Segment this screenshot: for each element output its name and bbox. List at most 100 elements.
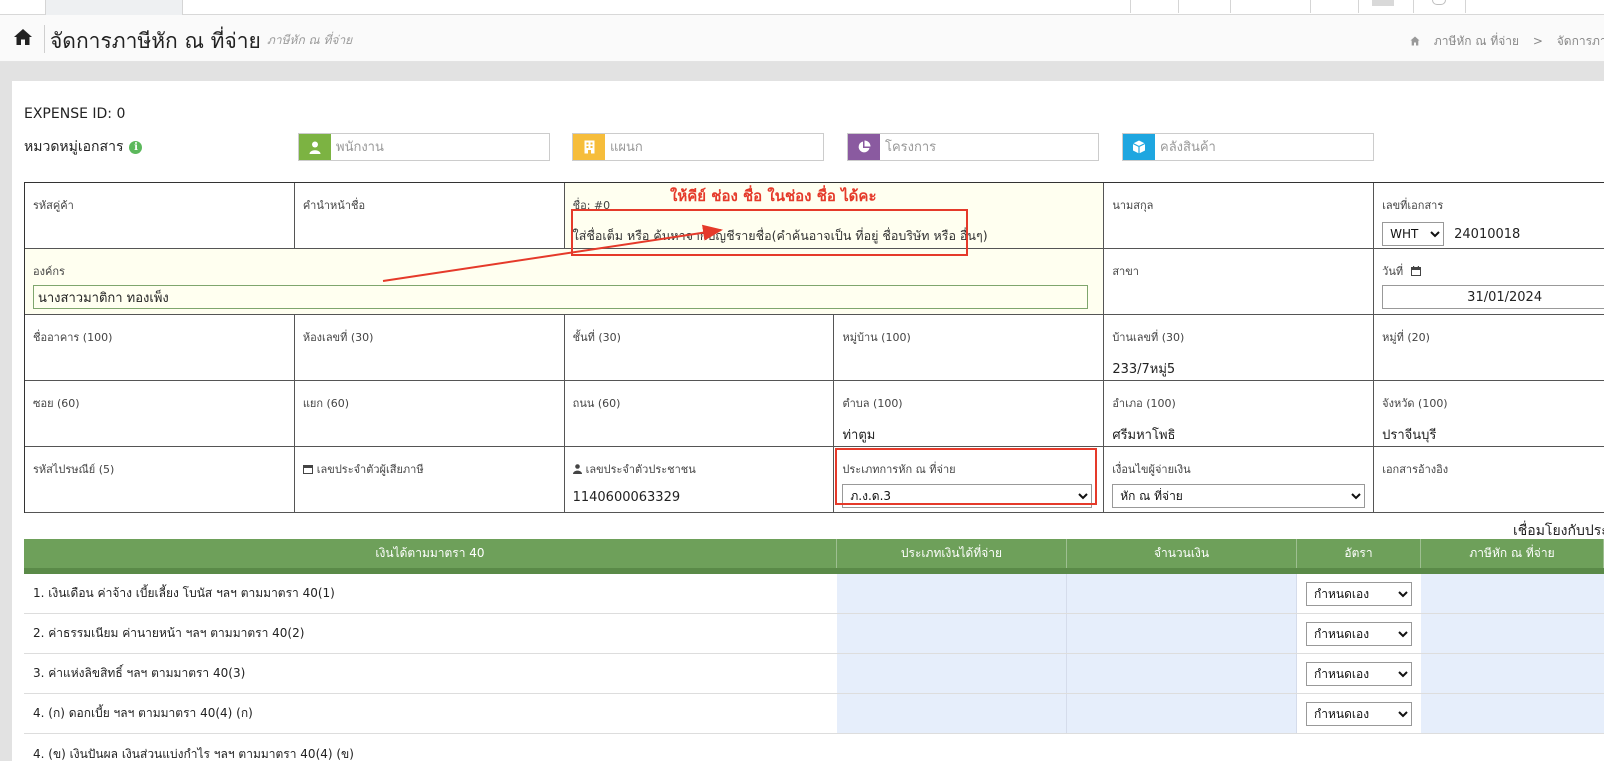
department-addon bbox=[573, 134, 605, 160]
user-icon bbox=[309, 141, 321, 154]
doc-no-value: 24010018 bbox=[1454, 226, 1521, 242]
rate-select[interactable]: กำหนดเอง bbox=[1306, 621, 1412, 646]
form-row-address: ซอย (60) แยก (60) ถนน (60) ตำบล (100) ท่… bbox=[25, 381, 1604, 447]
taxid-cell[interactable]: เลขประจำตัวผู้เสียภาษี bbox=[294, 447, 565, 513]
annotation-highlight-name bbox=[571, 209, 968, 256]
district-value: ศรีมหาโพธิ bbox=[1112, 428, 1176, 443]
moo-cell[interactable]: หมู่ที่ (20) bbox=[1374, 315, 1604, 381]
nav-user-icon[interactable] bbox=[1432, 0, 1446, 5]
page-subtitle: ภาษีหัก ณ ที่จ่าย bbox=[267, 33, 353, 47]
wht-cell[interactable] bbox=[1421, 654, 1604, 693]
amount-cell[interactable] bbox=[1067, 614, 1297, 653]
col-header-amount: จำนวนเงิน bbox=[1067, 539, 1297, 568]
page-header: จัดการภาษีหัก ณ ที่จ่าย ภาษีหัก ณ ที่จ่า… bbox=[0, 15, 1604, 62]
nav-tab-active[interactable] bbox=[45, 0, 183, 15]
wht-cell[interactable] bbox=[1421, 574, 1604, 613]
wht-cell[interactable] bbox=[1421, 614, 1604, 653]
employee-input[interactable] bbox=[331, 134, 549, 160]
annotation-text: ให้คีย์ ช่อง ชื่อ ในช่อง ชื่อ ได้คะ bbox=[670, 187, 877, 205]
header-divider bbox=[44, 25, 45, 53]
rate-select[interactable]: กำหนดเอง bbox=[1306, 661, 1412, 686]
floor-cell[interactable]: ชั้นที่ (30) bbox=[564, 315, 835, 381]
citizen-id-cell[interactable]: เลขประจำตัวประชาชน 1140600063329 bbox=[564, 447, 835, 513]
amount-cell[interactable] bbox=[1067, 574, 1297, 613]
rate-select[interactable]: กำหนดเอง bbox=[1306, 581, 1412, 606]
prefix-cell[interactable]: คำนำหน้าชื่อ bbox=[294, 183, 565, 249]
income-type-cell[interactable] bbox=[837, 694, 1067, 733]
employee-input-group bbox=[298, 133, 550, 161]
breadcrumb-home-icon[interactable] bbox=[1410, 36, 1420, 46]
page-title: จัดการภาษีหัก ณ ที่จ่าย bbox=[50, 29, 261, 53]
breadcrumb-item[interactable]: ภาษีหัก ณ ที่จ่าย bbox=[1434, 34, 1519, 48]
payment-cond-cell: เงื่อนไขผู้จ่ายเงิน หัก ณ ที่จ่าย bbox=[1104, 447, 1375, 513]
citizen-id-label: เลขประจำตัวประชาชน bbox=[585, 463, 696, 476]
doc-prefix-select[interactable]: WHT bbox=[1382, 222, 1445, 246]
pie-chart-icon bbox=[858, 140, 871, 153]
district-cell[interactable]: อำเภอ (100) ศรีมหาโพธิ bbox=[1104, 381, 1375, 447]
department-input[interactable] bbox=[605, 134, 823, 160]
row-description: 2. ค่าธรรมเนียม ค่านายหน้า ฯลฯ ตามมาตรา … bbox=[33, 626, 305, 640]
income-type-cell[interactable] bbox=[837, 654, 1067, 693]
ref-doc-cell[interactable]: เอกสารอ้างอิง bbox=[1374, 447, 1604, 513]
rate-cell: กำหนดเอง bbox=[1297, 614, 1421, 653]
postcode-cell[interactable]: รหัสไปรษณีย์ (5) bbox=[25, 447, 295, 513]
income-type-cell[interactable] bbox=[837, 614, 1067, 653]
room-cell[interactable]: ห้องเลขที่ (30) bbox=[294, 315, 565, 381]
village-cell[interactable]: หมู่บ้าน (100) bbox=[834, 315, 1105, 381]
table-row: 2. ค่าธรรมเนียม ค่านายหน้า ฯลฯ ตามมาตรา … bbox=[24, 614, 1604, 654]
building-cell[interactable]: ชื่ออาคาร (100) bbox=[25, 315, 295, 381]
soi-cell[interactable]: ซอย (60) bbox=[25, 381, 295, 447]
payment-cond-select[interactable]: หัก ณ ที่จ่าย bbox=[1112, 484, 1366, 508]
nav-divider bbox=[1178, 0, 1179, 13]
income-type-cell[interactable] bbox=[837, 574, 1067, 613]
surname-cell[interactable]: นามสกุล bbox=[1104, 183, 1375, 249]
date-label-wrap: วันที่ bbox=[1382, 262, 1596, 280]
warehouse-addon bbox=[1123, 134, 1155, 160]
income-table-header: เงินได้ตามมาตรา 40 ประเภทเงินได้ที่จ่าย … bbox=[24, 539, 1604, 574]
ref-doc-label: เอกสารอ้างอิง bbox=[1382, 463, 1449, 476]
floor-label: ชั้นที่ (30) bbox=[572, 331, 621, 344]
province-cell[interactable]: จังหวัด (100) ปราจีนบุรี bbox=[1374, 381, 1604, 447]
project-input[interactable] bbox=[880, 134, 1098, 160]
breadcrumb-separator: > bbox=[1532, 34, 1543, 48]
warehouse-input[interactable] bbox=[1155, 134, 1373, 160]
postcode-label: รหัสไปรษณีย์ (5) bbox=[33, 463, 115, 476]
nav-envelope-icon[interactable] bbox=[1372, 0, 1394, 6]
customer-code-cell[interactable]: รหัสคู่ค้า bbox=[25, 183, 295, 249]
nav-divider bbox=[1130, 0, 1131, 13]
col-header-rate: อัตรา bbox=[1297, 539, 1421, 568]
branch-cell[interactable]: สาขา bbox=[1104, 249, 1375, 315]
subdistrict-cell[interactable]: ตำบล (100) ท่าตูม bbox=[834, 381, 1105, 447]
top-nav-bar bbox=[0, 0, 1604, 15]
info-icon[interactable]: i bbox=[129, 141, 143, 154]
district-label: อำเภอ (100) bbox=[1112, 397, 1176, 410]
subdistrict-value: ท่าตูม bbox=[842, 428, 876, 443]
doc-category-text: หมวดหมู่เอกสาร bbox=[24, 139, 124, 155]
org-input[interactable] bbox=[33, 285, 1088, 309]
house-no-cell[interactable]: บ้านเลขที่ (30) 233/7หมู่5 bbox=[1104, 315, 1375, 381]
table-row: 4. (ก) ดอกเบี้ย ฯลฯ ตามมาตรา 40(4) (ก) ก… bbox=[24, 694, 1604, 734]
rate-select[interactable]: กำหนดเอง bbox=[1306, 701, 1412, 726]
expense-id: EXPENSE ID: 0 bbox=[24, 106, 126, 122]
breadcrumb-item[interactable]: จัดการภาษีห bbox=[1557, 34, 1604, 48]
road-cell[interactable]: ถนน (60) bbox=[564, 381, 835, 447]
home-icon[interactable] bbox=[13, 28, 33, 46]
building-label: ชื่ออาคาร (100) bbox=[33, 331, 113, 344]
wht-cell[interactable] bbox=[1421, 694, 1604, 733]
nav-divider bbox=[1358, 0, 1359, 13]
house-no-value: 233/7หมู่5 bbox=[1112, 362, 1176, 377]
amount-cell[interactable] bbox=[1067, 694, 1297, 733]
amount-cell[interactable] bbox=[1067, 654, 1297, 693]
junction-label: แยก (60) bbox=[302, 397, 350, 410]
table-row: 1. เงินเดือน ค่าจ้าง เบี้ยเลี้ยง โบนัส ฯ… bbox=[24, 574, 1604, 614]
doc-no-label: เลขที่เอกสาร bbox=[1382, 199, 1444, 212]
col-header-income: เงินได้ตามมาตรา 40 bbox=[24, 539, 837, 568]
col-header-type: ประเภทเงินได้ที่จ่าย bbox=[837, 539, 1067, 568]
house-no-label: บ้านเลขที่ (30) bbox=[1112, 331, 1185, 344]
subdistrict-label: ตำบล (100) bbox=[842, 397, 903, 410]
rate-cell: กำหนดเอง bbox=[1297, 654, 1421, 693]
form-row-tax: รหัสไปรษณีย์ (5) เลขประจำตัวผู้เสียภาษี … bbox=[25, 447, 1604, 513]
nav-divider bbox=[1310, 0, 1311, 13]
junction-cell[interactable]: แยก (60) bbox=[294, 381, 565, 447]
date-input[interactable] bbox=[1382, 285, 1604, 309]
